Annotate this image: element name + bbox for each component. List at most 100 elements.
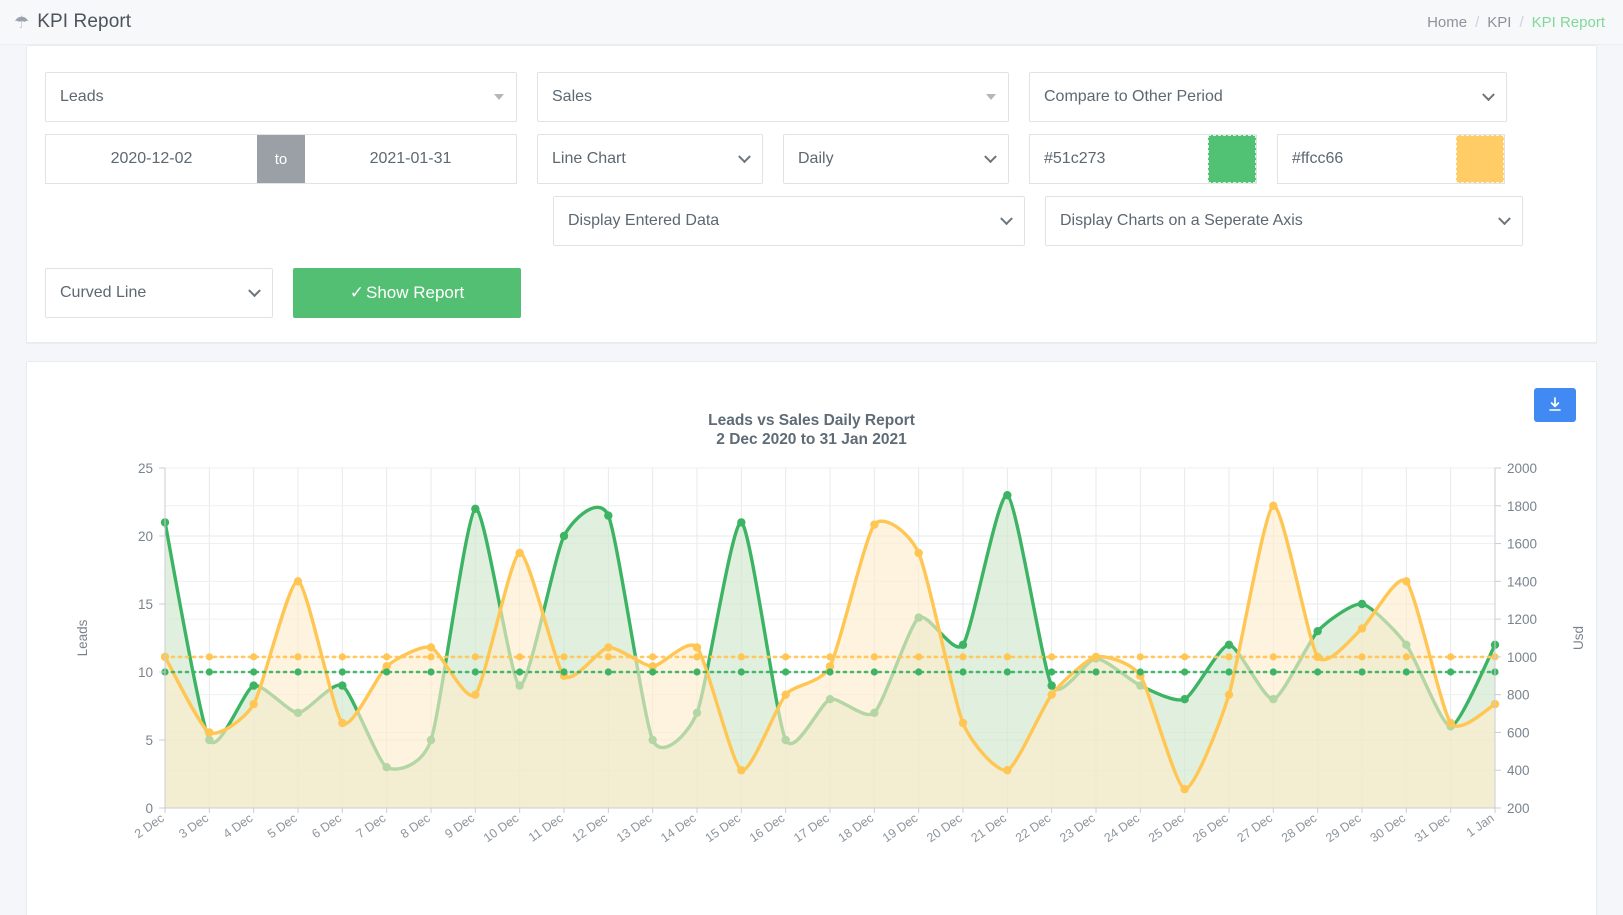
page-header: ☂ KPI Report Home / KPI / KPI Report [0,0,1623,45]
svg-text:5: 5 [145,733,153,748]
chevron-down-icon [1000,212,1013,225]
svg-text:10 Dec: 10 Dec [481,811,521,845]
secondary-color-value: #ffcc66 [1292,150,1343,168]
display-data-value: Display Entered Data [568,212,719,230]
chart-panel: Leads vs Sales Daily Report 2 Dec 2020 t… [26,361,1597,915]
svg-text:28 Dec: 28 Dec [1279,811,1319,845]
chart-type-select[interactable]: Line Chart [537,134,763,184]
secondary-color-swatch[interactable] [1456,135,1504,183]
date-from-input[interactable]: 2020-12-02 [46,135,257,183]
chart-title-block: Leads vs Sales Daily Report 2 Dec 2020 t… [45,412,1578,450]
breadcrumb-separator: / [1475,14,1479,31]
svg-text:12 Dec: 12 Dec [570,811,610,845]
svg-text:9 Dec: 9 Dec [442,811,477,841]
svg-text:1600: 1600 [1507,536,1537,551]
svg-text:1000: 1000 [1507,650,1537,665]
svg-text:27 Dec: 27 Dec [1235,811,1275,845]
metric-primary-select[interactable]: Leads [45,72,517,122]
breadcrumb-item-home[interactable]: Home [1427,14,1467,31]
filter-row-4: Curved Line ✓Show Report [45,268,1578,318]
svg-text:26 Dec: 26 Dec [1190,811,1230,845]
breadcrumb-separator: / [1519,14,1523,31]
chart-title: Leads vs Sales Daily Report [45,412,1578,431]
svg-text:21 Dec: 21 Dec [969,811,1009,845]
chart-type-value: Line Chart [552,150,626,168]
svg-text:15 Dec: 15 Dec [703,811,743,845]
svg-text:20 Dec: 20 Dec [924,811,964,845]
svg-text:24 Dec: 24 Dec [1102,811,1142,845]
page-title: KPI Report [37,11,131,33]
svg-text:18 Dec: 18 Dec [836,811,876,845]
breadcrumb-item-kpi[interactable]: KPI [1487,14,1511,31]
metric-secondary-select[interactable]: Sales [537,72,1009,122]
svg-text:30 Dec: 30 Dec [1368,811,1408,845]
check-icon: ✓ [350,283,364,303]
interval-value: Daily [798,150,834,168]
svg-text:16 Dec: 16 Dec [747,811,787,845]
line-style-select[interactable]: Curved Line [45,268,273,318]
svg-text:Leads: Leads [75,619,90,656]
primary-color-value: #51c273 [1044,150,1105,168]
svg-text:4 Dec: 4 Dec [221,811,256,841]
chart-subtitle: 2 Dec 2020 to 31 Jan 2021 [45,431,1578,450]
secondary-color-input[interactable]: #ffcc66 [1277,134,1505,184]
date-range-to-label: to [257,135,305,183]
chevron-down-icon [984,150,997,163]
breadcrumb-item-kpi-report: KPI Report [1532,14,1605,31]
svg-text:200: 200 [1507,801,1530,816]
line-style-value: Curved Line [60,284,146,302]
svg-text:11 Dec: 11 Dec [526,811,566,845]
metric-primary-value: Leads [60,88,104,106]
filter-row-2: 2020-12-02 to 2021-01-31 Line Chart Dail… [45,134,1578,184]
compare-period-select[interactable]: Compare to Other Period [1029,72,1507,122]
metric-secondary-value: Sales [552,88,592,106]
compare-period-value: Compare to Other Period [1044,88,1223,106]
chevron-down-icon [1482,88,1495,101]
caret-down-icon [986,94,996,100]
show-report-button[interactable]: ✓Show Report [293,268,521,318]
show-report-label: Show Report [366,283,464,303]
download-icon[interactable] [1534,388,1576,422]
display-data-select[interactable]: Display Entered Data [553,196,1025,246]
svg-text:1400: 1400 [1507,574,1537,589]
date-range-picker[interactable]: 2020-12-02 to 2021-01-31 [45,134,517,184]
svg-text:17 Dec: 17 Dec [791,811,831,845]
page-title-group: ☂ KPI Report [14,11,131,33]
chevron-down-icon [1498,212,1511,225]
svg-text:14 Dec: 14 Dec [658,811,698,845]
svg-text:8 Dec: 8 Dec [398,811,433,841]
svg-text:25: 25 [138,461,153,476]
interval-select[interactable]: Daily [783,134,1009,184]
filter-panel: Leads Sales Compare to Other Period 2020… [26,45,1597,343]
svg-text:13 Dec: 13 Dec [614,811,654,845]
svg-text:23 Dec: 23 Dec [1057,811,1097,845]
svg-text:2000: 2000 [1507,461,1537,476]
chevron-down-icon [248,284,261,297]
filter-row-3: Display Entered Data Display Charts on a… [45,196,1578,246]
svg-text:0: 0 [145,801,153,816]
svg-text:600: 600 [1507,725,1530,740]
date-to-input[interactable]: 2021-01-31 [305,135,516,183]
svg-text:10: 10 [138,665,153,680]
svg-text:22 Dec: 22 Dec [1013,811,1053,845]
chevron-down-icon [738,150,751,163]
svg-text:29 Dec: 29 Dec [1323,811,1363,845]
svg-text:800: 800 [1507,687,1530,702]
caret-down-icon [494,94,504,100]
svg-text:Usd: Usd [1571,626,1586,650]
svg-text:20: 20 [138,529,153,544]
chart-plot-area: 0510152025200400600800100012001400160018… [45,456,1605,915]
svg-text:25 Dec: 25 Dec [1146,811,1186,845]
primary-color-swatch[interactable] [1208,135,1256,183]
svg-text:1800: 1800 [1507,499,1537,514]
filter-row-1: Leads Sales Compare to Other Period [45,72,1578,122]
chart-svg: 0510152025200400600800100012001400160018… [45,456,1605,915]
svg-text:3 Dec: 3 Dec [176,811,211,841]
svg-text:15: 15 [138,597,153,612]
axis-mode-select[interactable]: Display Charts on a Seperate Axis [1045,196,1523,246]
umbrella-icon: ☂ [14,14,29,31]
primary-color-input[interactable]: #51c273 [1029,134,1257,184]
svg-text:400: 400 [1507,763,1530,778]
svg-text:6 Dec: 6 Dec [309,811,344,841]
breadcrumb: Home / KPI / KPI Report [1427,14,1605,31]
